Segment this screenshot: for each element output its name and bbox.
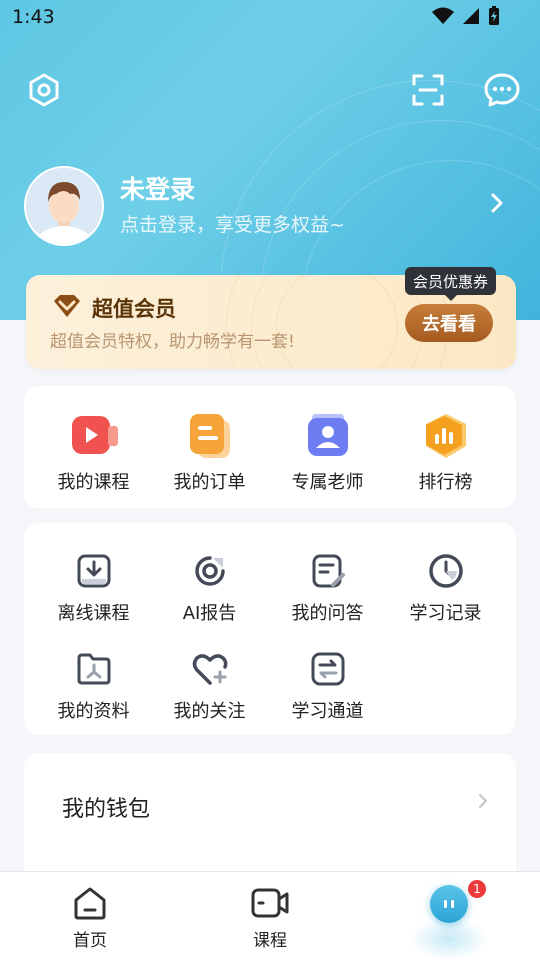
video-camera-icon [251, 888, 289, 918]
tools-card: 离线课程 AI报告 我的问答 学习记录 我的资料 我的关注 学习通道 [24, 523, 516, 735]
scan-icon[interactable] [408, 70, 448, 110]
notification-badge: 1 [468, 880, 486, 898]
home-icon [74, 887, 106, 920]
shortcut-ranking[interactable]: 排行榜 [384, 410, 507, 494]
tool-offline-courses[interactable]: 离线课程 [32, 549, 155, 625]
tab-label: 首页 [73, 931, 107, 951]
tool-label: 我的问答 [291, 603, 364, 624]
wifi-icon [432, 7, 454, 24]
shortcut-my-orders[interactable]: 我的订单 [148, 410, 271, 494]
download-icon [72, 549, 116, 593]
tab-label: 课程 [253, 931, 287, 951]
tool-label: 离线课程 [57, 603, 130, 624]
profile-login-row[interactable]: 未登录 点击登录，享受更多权益~ [24, 164, 524, 246]
tool-study-records[interactable]: 学习记录 [384, 549, 507, 625]
shortcut-label: 我的课程 [57, 472, 130, 493]
tool-label: 学习记录 [409, 603, 482, 624]
tool-my-materials[interactable]: 我的资料 [32, 647, 155, 723]
ranking-icon [420, 410, 472, 462]
folder-icon [72, 647, 116, 691]
vip-view-button[interactable]: 去看看 [405, 304, 493, 342]
channel-icon [306, 647, 350, 691]
tool-my-qa[interactable]: 我的问答 [266, 549, 389, 625]
vip-title: 超值会员 [92, 297, 176, 321]
tab-course[interactable]: 课程 [210, 886, 330, 951]
tool-label: AI报告 [182, 603, 237, 624]
signal-icon [463, 8, 479, 24]
tab-home[interactable]: 首页 [30, 886, 150, 951]
coupon-tooltip: 会员优惠券 [405, 267, 497, 301]
login-prompt-text: 点击登录，享受更多权益~ [120, 214, 345, 236]
ai-report-icon [188, 549, 232, 593]
tool-my-follows[interactable]: 我的关注 [148, 647, 271, 723]
tab-mine-glow [410, 918, 488, 960]
shortcut-exclusive-teacher[interactable]: 专属老师 [266, 410, 389, 494]
shortcut-label: 排行榜 [418, 472, 473, 493]
diamond-icon [52, 293, 82, 323]
tool-study-channel[interactable]: 学习通道 [266, 647, 389, 723]
tool-label: 我的关注 [173, 701, 246, 722]
avatar[interactable] [24, 166, 104, 246]
tool-label: 学习通道 [291, 701, 364, 722]
qa-icon [306, 549, 350, 593]
settings-icon[interactable] [24, 70, 64, 110]
chevron-right-icon [478, 793, 488, 813]
status-bar: 1:43 [0, 0, 540, 36]
wallet-label[interactable]: 我的钱包 [62, 791, 150, 823]
order-icon [184, 410, 236, 462]
battery-icon [489, 6, 499, 25]
shortcut-label: 我的订单 [173, 472, 246, 493]
face-icon [444, 900, 454, 908]
shortcut-label: 专属老师 [291, 472, 364, 493]
teacher-icon [302, 410, 354, 462]
tool-label: 我的资料 [57, 701, 130, 722]
heart-icon [188, 647, 232, 691]
chevron-right-icon [490, 192, 504, 218]
vip-subtitle: 超值会员特权，助力畅学有一套! [50, 332, 295, 352]
tool-ai-report[interactable]: AI报告 [148, 549, 271, 625]
login-status-title: 未登录 [120, 175, 196, 204]
message-icon[interactable] [482, 70, 522, 110]
clock-icon [424, 549, 468, 593]
tab-mine-button[interactable] [430, 885, 468, 923]
status-time: 1:43 [12, 6, 55, 28]
shortcuts-card: 我的课程 我的订单 专属老师 排行榜 [24, 386, 516, 508]
shortcut-my-courses[interactable]: 我的课程 [32, 410, 155, 494]
video-icon [68, 410, 120, 462]
